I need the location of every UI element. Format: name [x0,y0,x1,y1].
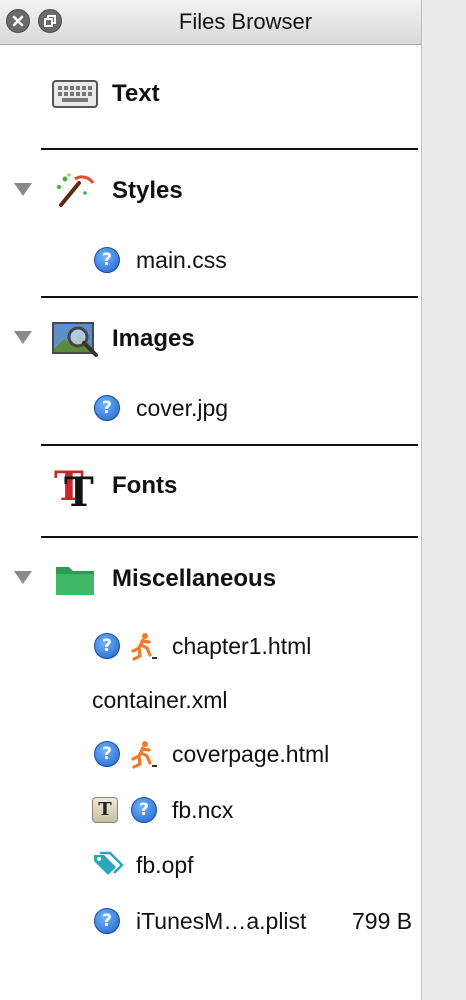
folder-icon [56,567,94,595]
title-bar: Files Browser [0,0,421,45]
file-row-cover-jpg[interactable]: ? cover.jpg [0,388,421,428]
font-icon: T T [54,463,94,510]
runner-icon [131,633,157,661]
file-name: chapter1.html [172,633,312,659]
keyboard-icon [52,80,98,108]
category-images[interactable]: Images [0,319,421,359]
file-size: 799 B [352,908,413,934]
magic-wand-icon [57,173,95,207]
category-label: Miscellaneous [112,565,277,592]
category-label: Fonts [112,472,178,499]
category-label: Text [112,80,160,107]
disclosure-triangle-icon[interactable] [14,183,32,196]
file-row-fb-opf[interactable]: fb.opf [0,845,421,885]
file-name: main.css [136,247,227,273]
separator [41,444,418,446]
disclosure-triangle-icon[interactable] [14,571,32,584]
image-magnifier-icon [52,322,98,357]
question-icon: ? [131,797,157,823]
category-fonts[interactable]: T T Fonts [0,463,421,510]
question-icon: ? [94,395,120,421]
category-label: Images [112,325,195,352]
disclosure-triangle-icon[interactable] [14,331,32,344]
separator [41,536,418,538]
file-row-fb-ncx[interactable]: T ? fb.ncx [0,790,421,830]
category-styles[interactable]: Styles [0,171,421,211]
runner-icon [131,741,157,769]
file-row-container-xml[interactable]: container.xml [0,680,421,720]
category-text[interactable]: Text [0,74,421,114]
file-row-coverpage-html[interactable]: ? coverpage.html [0,734,421,774]
file-row-itunes-plist[interactable]: ? iTunesM…a.plist 799 B [0,901,421,941]
separator [41,148,418,150]
file-name: fb.opf [136,852,194,878]
question-icon: ? [94,247,120,273]
category-label: Styles [112,177,183,204]
file-name: container.xml [92,687,228,713]
window-title: Files Browser [178,9,313,34]
svg-text:T: T [64,469,94,510]
file-name: fb.ncx [172,797,234,823]
files-browser-panel: Files Browser Text Styles ? main.css Ima… [0,0,422,1000]
category-miscellaneous[interactable]: Miscellaneous [0,559,421,599]
file-name: cover.jpg [136,395,229,421]
file-row-chapter1-html[interactable]: ? chapter1.html [0,626,421,666]
editor-pane-edge [421,0,466,1000]
separator [41,296,418,298]
question-icon: ? [94,741,120,767]
question-icon: ? [94,908,120,934]
file-name: iTunesM…a.plist [136,908,307,934]
text-t-icon: T [92,797,118,823]
tag-icon [94,851,124,875]
file-name: coverpage.html [172,741,330,767]
question-icon: ? [94,633,120,659]
file-row-main-css[interactable]: ? main.css [0,240,421,280]
